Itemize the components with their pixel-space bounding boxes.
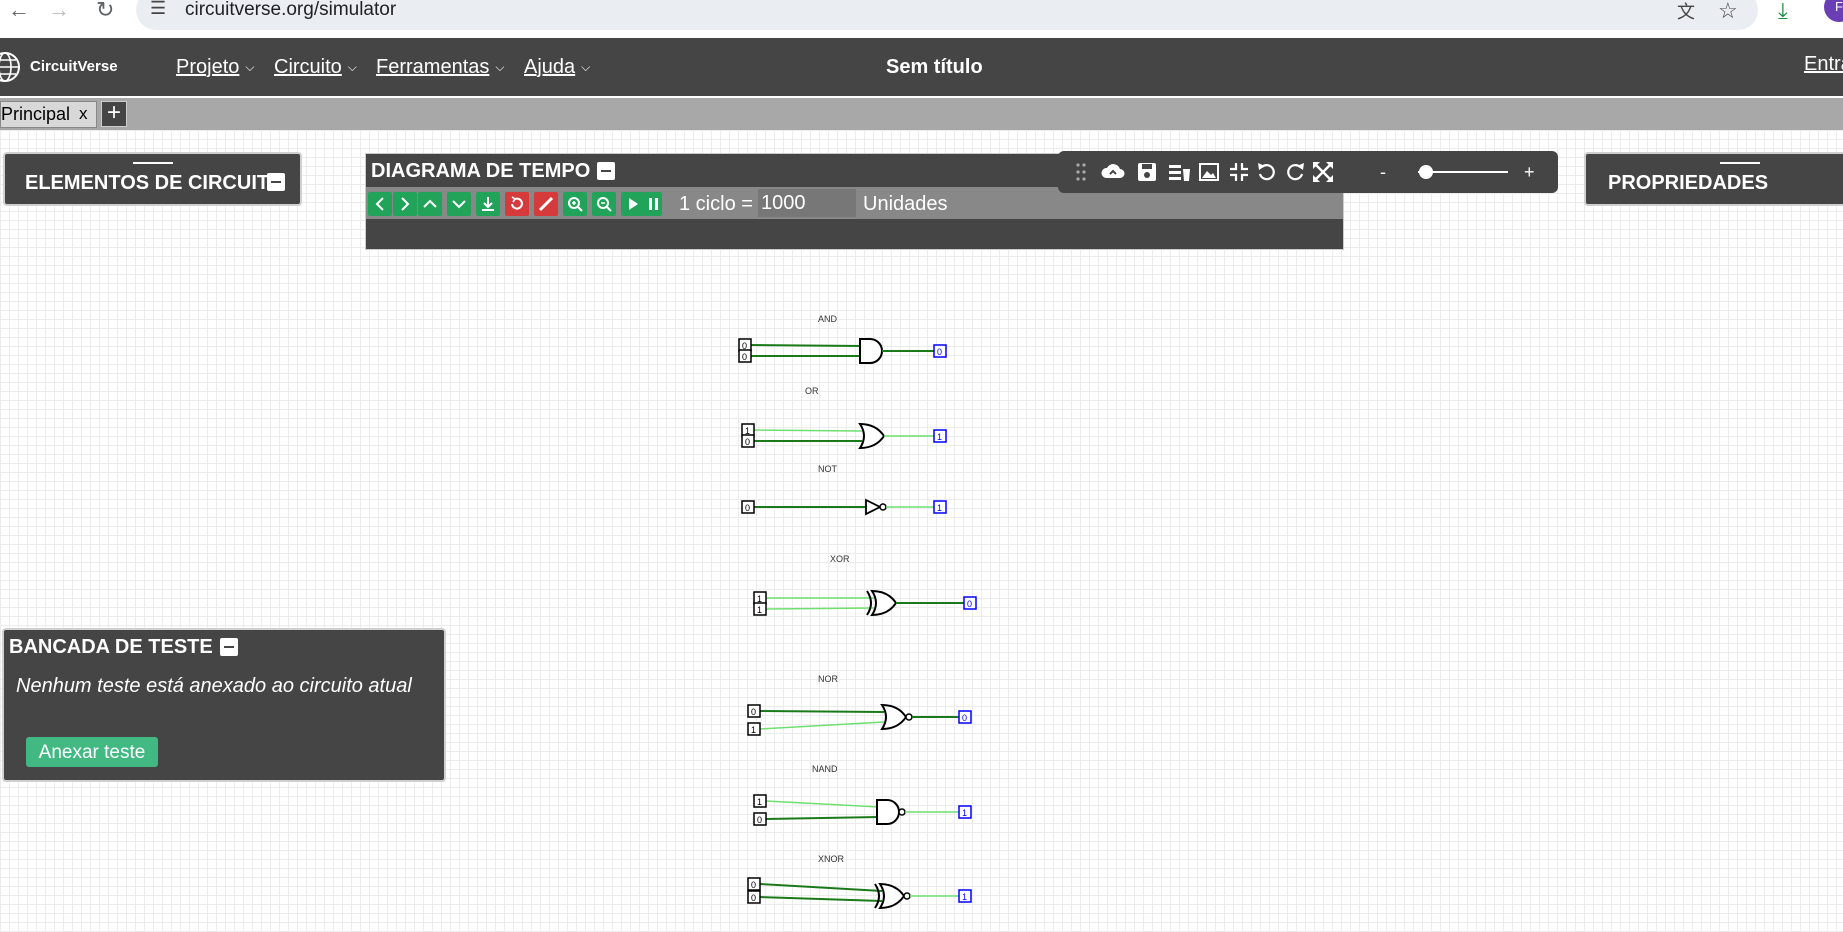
minimize-icon[interactable] [597,162,615,180]
redo-icon[interactable] [1282,159,1308,185]
input-value: 0 [751,880,756,890]
input-wire [759,883,883,892]
input-wire [759,710,885,713]
xor-arc [866,590,872,616]
input-value: 1 [757,605,762,615]
or-gate-shape [878,882,906,910]
output-value: 1 [962,808,967,818]
minimize-icon[interactable] [267,173,285,191]
output-value: 0 [967,599,972,609]
input-value: 0 [757,815,762,825]
input-wire [759,896,883,902]
input-value: 0 [751,893,756,903]
minimize-icon[interactable] [220,638,238,656]
zoom-slider-thumb[interactable] [1418,165,1433,179]
fit-screen-icon[interactable] [1226,159,1252,185]
input-value: 0 [745,437,750,447]
panel-title: PROPRIEDADES [1608,172,1769,194]
pencil-icon[interactable] [534,192,558,216]
chevron-right-icon[interactable] [393,192,417,216]
units-label: Unidades [863,193,948,215]
output-value: 0 [937,347,942,357]
panel-title: BANCADA DE TESTE [9,636,213,658]
or-gate-shape [870,589,898,617]
output-value: 1 [962,892,967,902]
undo-icon[interactable] [1254,159,1280,185]
attach-test-button[interactable]: Anexar teste [26,737,158,767]
play-icon[interactable] [621,192,645,216]
and-gate-shape [876,799,900,825]
gate-label: AND [818,314,838,324]
gate-label: XOR [830,554,850,564]
save-icon[interactable] [1134,159,1160,185]
zoom-out-button[interactable]: - [1380,162,1386,183]
download-icon[interactable] [476,192,500,216]
panel-title: ELEMENTOS DE CIRCUITO [25,172,285,194]
test-bench-panel[interactable]: BANCADA DE TESTE Nenhum teste está anexa… [2,628,446,782]
output-value: 1 [937,503,942,513]
inversion-bubble [903,892,911,900]
cycle-units-input[interactable] [758,189,856,217]
pause-icon[interactable] [644,192,662,216]
zoom-out-icon[interactable] [592,192,616,216]
input-value: 0 [745,503,750,513]
input-wire [753,429,863,432]
or-gate-shape [858,422,886,450]
circuit-diagram: AND00 0OR10 1NOT0 1XOR110NOR010NAND101XNOR0… [738,314,977,910]
reset-icon[interactable] [505,192,529,216]
inversion-bubble [905,713,913,721]
no-test-message: Nenhum teste está anexado ao circuito at… [16,675,412,697]
drag-handle-icon[interactable] [1720,162,1760,164]
input-wire [759,721,885,730]
xor-arc [874,883,880,909]
zoom-in-icon[interactable] [563,192,587,216]
panel-title: DIAGRAMA DE TEMPO [371,160,591,182]
input-wire [765,607,875,610]
cloud-upload-icon[interactable] [1100,159,1126,185]
not-gate-shape [865,498,883,516]
circuit-elements-panel[interactable]: ELEMENTOS DE CIRCUITO [3,152,302,206]
input-wire [765,816,880,820]
gate-label: XNOR [818,854,845,864]
input-wire [750,344,863,347]
output-value: 1 [937,432,942,442]
chevron-down-icon[interactable] [447,192,471,216]
quick-access-toolbar: - + [1058,151,1558,193]
inversion-bubble [879,503,887,511]
zoom-in-button[interactable]: + [1524,162,1535,183]
chevron-left-icon[interactable] [368,192,392,216]
gate-label: NOR [818,674,839,684]
delete-icon[interactable] [1166,159,1192,185]
cycle-label: 1 ciclo = [679,193,753,215]
image-icon[interactable] [1196,159,1222,185]
input-value: 0 [751,707,756,717]
drag-handle-icon[interactable] [1068,159,1094,185]
gate-label: OR [805,386,819,396]
output-value: 0 [962,713,967,723]
or-gate-shape [880,703,908,731]
gate-label: NOT [818,464,838,474]
input-value: 1 [751,725,756,735]
inversion-bubble [898,808,906,816]
properties-panel[interactable]: PROPRIEDADES [1584,152,1843,206]
drag-handle-icon[interactable] [133,162,173,164]
fullscreen-icon[interactable] [1310,159,1336,185]
and-gate-shape [859,338,883,364]
input-value: 0 [742,352,747,362]
gate-label: NAND [812,764,838,774]
input-value: 1 [757,797,762,807]
input-wire [765,800,880,808]
chevron-up-icon[interactable] [418,192,442,216]
